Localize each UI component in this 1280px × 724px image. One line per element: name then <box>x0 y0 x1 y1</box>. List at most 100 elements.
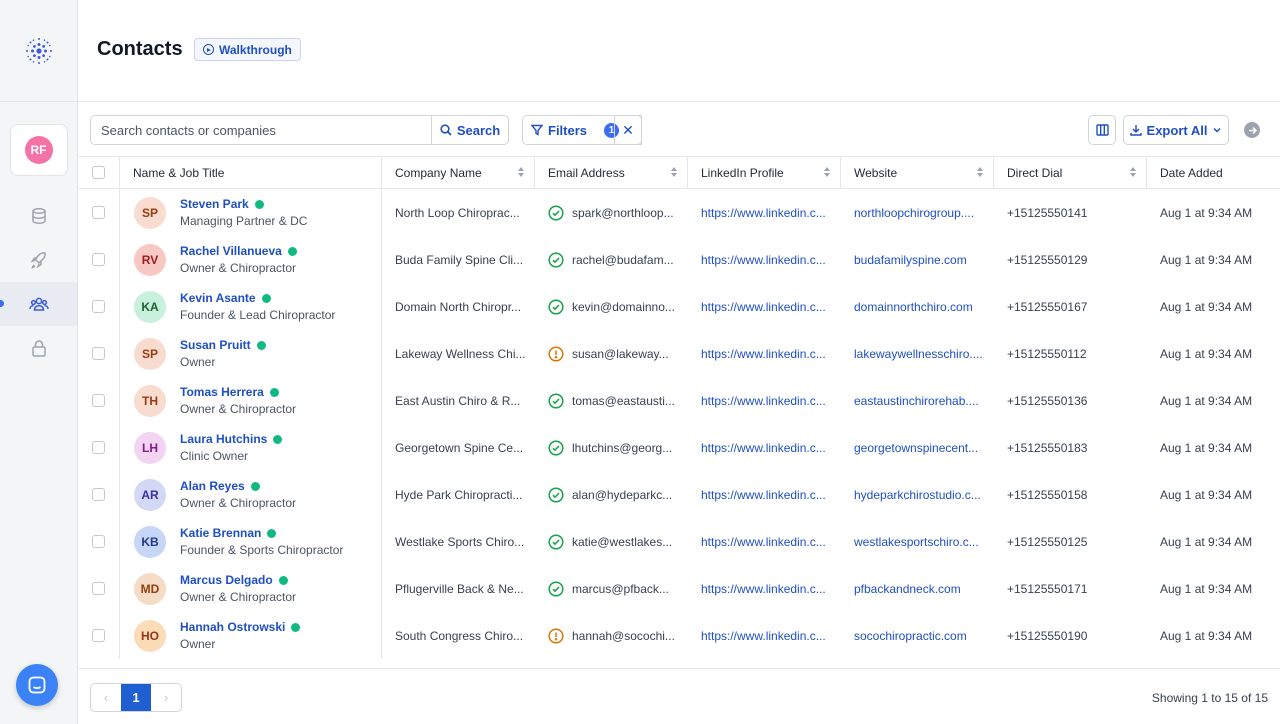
linkedin-link[interactable]: https://www.linkedin.c... <box>688 612 841 659</box>
nav-database[interactable] <box>0 194 77 238</box>
search-input[interactable] <box>91 116 431 144</box>
direct-dial-cell[interactable]: +15125550158 <box>994 471 1147 518</box>
select-all-checkbox[interactable] <box>92 166 105 179</box>
linkedin-link[interactable]: https://www.linkedin.c... <box>688 471 841 518</box>
row-checkbox[interactable] <box>92 488 105 501</box>
company-cell[interactable]: Domain North Chiropr... <box>382 283 535 330</box>
row-checkbox[interactable] <box>92 582 105 595</box>
row-checkbox[interactable] <box>92 629 105 642</box>
company-cell[interactable]: North Loop Chiroprac... <box>382 189 535 236</box>
company-cell[interactable]: Hyde Park Chiropracti... <box>382 471 535 518</box>
linkedin-link[interactable]: https://www.linkedin.c... <box>688 518 841 565</box>
direct-dial-cell[interactable]: +15125550136 <box>994 377 1147 424</box>
direct-dial-cell[interactable]: +15125550129 <box>994 236 1147 283</box>
export-all-button[interactable]: Export All <box>1123 115 1229 145</box>
email-cell[interactable]: spark@northloop... <box>535 189 688 236</box>
contact-name-link[interactable]: Kevin Asante <box>180 290 256 307</box>
clear-filters-button[interactable]: ✕ <box>614 115 642 145</box>
contact-name-link[interactable]: Hannah Ostrowski <box>180 619 285 636</box>
company-cell[interactable]: Lakeway Wellness Chi... <box>382 330 535 377</box>
table-row[interactable]: HO Hannah Ostrowski Owner South Congress Ch… <box>78 612 1280 659</box>
walkthrough-button[interactable]: Walkthrough <box>194 38 301 61</box>
chat-launcher[interactable] <box>16 664 58 706</box>
linkedin-link[interactable]: https://www.linkedin.c... <box>688 236 841 283</box>
company-cell[interactable]: Buda Family Spine Cli... <box>382 236 535 283</box>
email-cell[interactable]: alan@hydeparkc... <box>535 471 688 518</box>
column-header-website[interactable]: Website <box>841 157 994 188</box>
scroll-right-button[interactable] <box>1244 122 1260 138</box>
company-cell[interactable]: South Congress Chiro... <box>382 612 535 659</box>
direct-dial-cell[interactable]: +15125550171 <box>994 565 1147 612</box>
sort-icon[interactable] <box>824 167 830 177</box>
linkedin-link[interactable]: https://www.linkedin.c... <box>688 189 841 236</box>
table-row[interactable]: SP Susan Pruitt Owner Lakeway Wellness Chi.… <box>78 330 1280 377</box>
linkedin-link[interactable]: https://www.linkedin.c... <box>688 377 841 424</box>
page-button-current[interactable]: 1 <box>121 684 151 711</box>
contact-name-link[interactable]: Alan Reyes <box>180 478 245 495</box>
sort-icon[interactable] <box>518 167 524 177</box>
website-link[interactable]: hydeparkchirostudio.c... <box>841 471 994 518</box>
prev-page-button[interactable]: ‹ <box>91 684 121 711</box>
email-cell[interactable]: marcus@pfback... <box>535 565 688 612</box>
contact-name-link[interactable]: Susan Pruitt <box>180 337 251 354</box>
direct-dial-cell[interactable]: +15125550183 <box>994 424 1147 471</box>
contact-name-link[interactable]: Laura Hutchins <box>180 431 267 448</box>
email-cell[interactable]: hannah@socochi... <box>535 612 688 659</box>
search-button[interactable]: Search <box>431 116 508 144</box>
account-switcher[interactable]: RF <box>9 124 68 176</box>
table-row[interactable]: AR Alan Reyes Owner & Chiropractor Hyde Par… <box>78 471 1280 518</box>
website-link[interactable]: pfbackandneck.com <box>841 565 994 612</box>
row-checkbox[interactable] <box>92 206 105 219</box>
contact-name-link[interactable]: Marcus Delgado <box>180 572 273 589</box>
direct-dial-cell[interactable]: +15125550125 <box>994 518 1147 565</box>
table-row[interactable]: SP Steven Park Managing Partner & DC North … <box>78 189 1280 236</box>
table-row[interactable]: LH Laura Hutchins Clinic Owner Georgetown S… <box>78 424 1280 471</box>
direct-dial-cell[interactable]: +15125550112 <box>994 330 1147 377</box>
row-checkbox[interactable] <box>92 300 105 313</box>
table-row[interactable]: MD Marcus Delgado Owner & Chiropractor Pflu… <box>78 565 1280 612</box>
website-link[interactable]: northloopchirogroup.... <box>841 189 994 236</box>
website-link[interactable]: domainnorthchiro.com <box>841 283 994 330</box>
email-cell[interactable]: rachel@budafam... <box>535 236 688 283</box>
nav-contacts[interactable] <box>0 282 77 326</box>
table-row[interactable]: TH Tomas Herrera Owner & Chiropractor East … <box>78 377 1280 424</box>
email-cell[interactable]: lhutchins@georg... <box>535 424 688 471</box>
website-link[interactable]: socochiropractic.com <box>841 612 994 659</box>
company-cell[interactable]: Georgetown Spine Ce... <box>382 424 535 471</box>
column-header-date-added[interactable]: Date Added <box>1147 157 1280 188</box>
logo-icon[interactable] <box>24 36 54 66</box>
row-checkbox[interactable] <box>92 441 105 454</box>
direct-dial-cell[interactable]: +15125550141 <box>994 189 1147 236</box>
row-checkbox[interactable] <box>92 394 105 407</box>
website-link[interactable]: budafamilyspine.com <box>841 236 994 283</box>
linkedin-link[interactable]: https://www.linkedin.c... <box>688 283 841 330</box>
column-header-direct-dial[interactable]: Direct Dial <box>994 157 1147 188</box>
company-cell[interactable]: East Austin Chiro & R... <box>382 377 535 424</box>
sort-icon[interactable] <box>671 167 677 177</box>
sort-icon[interactable] <box>1130 167 1136 177</box>
table-row[interactable]: KB Katie Brennan Founder & Sports Chiropra… <box>78 518 1280 565</box>
table-row[interactable]: RV Rachel Villanueva Owner & Chiropractor B… <box>78 236 1280 283</box>
sort-icon[interactable] <box>977 167 983 177</box>
contact-name-link[interactable]: Rachel Villanueva <box>180 243 282 260</box>
column-header-email[interactable]: Email Address <box>535 157 688 188</box>
row-checkbox[interactable] <box>92 535 105 548</box>
next-page-button[interactable]: › <box>151 684 181 711</box>
direct-dial-cell[interactable]: +15125550167 <box>994 283 1147 330</box>
company-cell[interactable]: Westlake Sports Chiro... <box>382 518 535 565</box>
linkedin-link[interactable]: https://www.linkedin.c... <box>688 565 841 612</box>
contact-name-link[interactable]: Katie Brennan <box>180 525 261 542</box>
website-link[interactable]: lakewaywellnesschiro.... <box>841 330 994 377</box>
email-cell[interactable]: tomas@eastausti... <box>535 377 688 424</box>
row-checkbox[interactable] <box>92 253 105 266</box>
row-checkbox[interactable] <box>92 347 105 360</box>
column-header-company[interactable]: Company Name <box>382 157 535 188</box>
email-cell[interactable]: susan@lakeway... <box>535 330 688 377</box>
website-link[interactable]: westlakesportschiro.c... <box>841 518 994 565</box>
direct-dial-cell[interactable]: +15125550190 <box>994 612 1147 659</box>
email-cell[interactable]: katie@westlakes... <box>535 518 688 565</box>
table-row[interactable]: KA Kevin Asante Founder & Lead Chiropracto… <box>78 283 1280 330</box>
contact-name-link[interactable]: Steven Park <box>180 196 249 213</box>
column-header-name[interactable]: Name & Job Title <box>120 157 382 188</box>
nav-locked[interactable] <box>0 326 77 370</box>
